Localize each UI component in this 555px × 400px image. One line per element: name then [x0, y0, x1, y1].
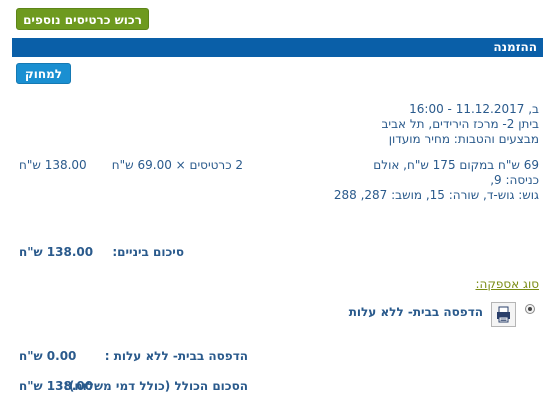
printer-icon	[491, 302, 516, 327]
delivery-cost-value: 0.00 ש"ח	[19, 349, 77, 363]
order-header-title: ההזמנה	[493, 40, 537, 54]
delivery-cost-label: הדפסה בבית- ללא עלות :	[104, 349, 248, 363]
ticket-line-total: 138.00 ש"ח	[19, 158, 87, 172]
event-datetime: ב, 11.12.2017 - 16:00	[409, 102, 539, 116]
order-header-bar: ההזמנה	[12, 38, 543, 57]
subtotal-label: סיכום ביניים:	[112, 245, 184, 259]
home-print-option-label: הדפסה בבית- ללא עלות	[348, 305, 483, 319]
ticket-entrance: כניסה: 9,	[490, 173, 539, 187]
grand-total-value: 138.00 ש"ח	[19, 379, 94, 393]
ticket-quantity: 2 כרטיסים × 69.00 ש"ח	[111, 158, 243, 172]
delete-button[interactable]: למחוק	[16, 63, 71, 84]
ticket-seats: גוש: גוש-ד, שורה: 15, מושב: 287, 288	[333, 188, 539, 202]
home-print-radio[interactable]	[525, 304, 535, 314]
ticket-description: 69 ש"ח במקום 175 ש"ח, אולם	[373, 158, 539, 172]
event-promo: מבצעים והטבות: מחיר מועדון	[388, 132, 539, 146]
event-venue: ביתן 2- מרכז הירידים, תל אביב	[381, 117, 539, 131]
delivery-type-link[interactable]: סוג אספקה:	[475, 277, 539, 291]
buy-more-tickets-button[interactable]: רכוש כרטיסים נוספים	[16, 8, 149, 30]
subtotal-value: 138.00 ש"ח	[19, 245, 94, 259]
